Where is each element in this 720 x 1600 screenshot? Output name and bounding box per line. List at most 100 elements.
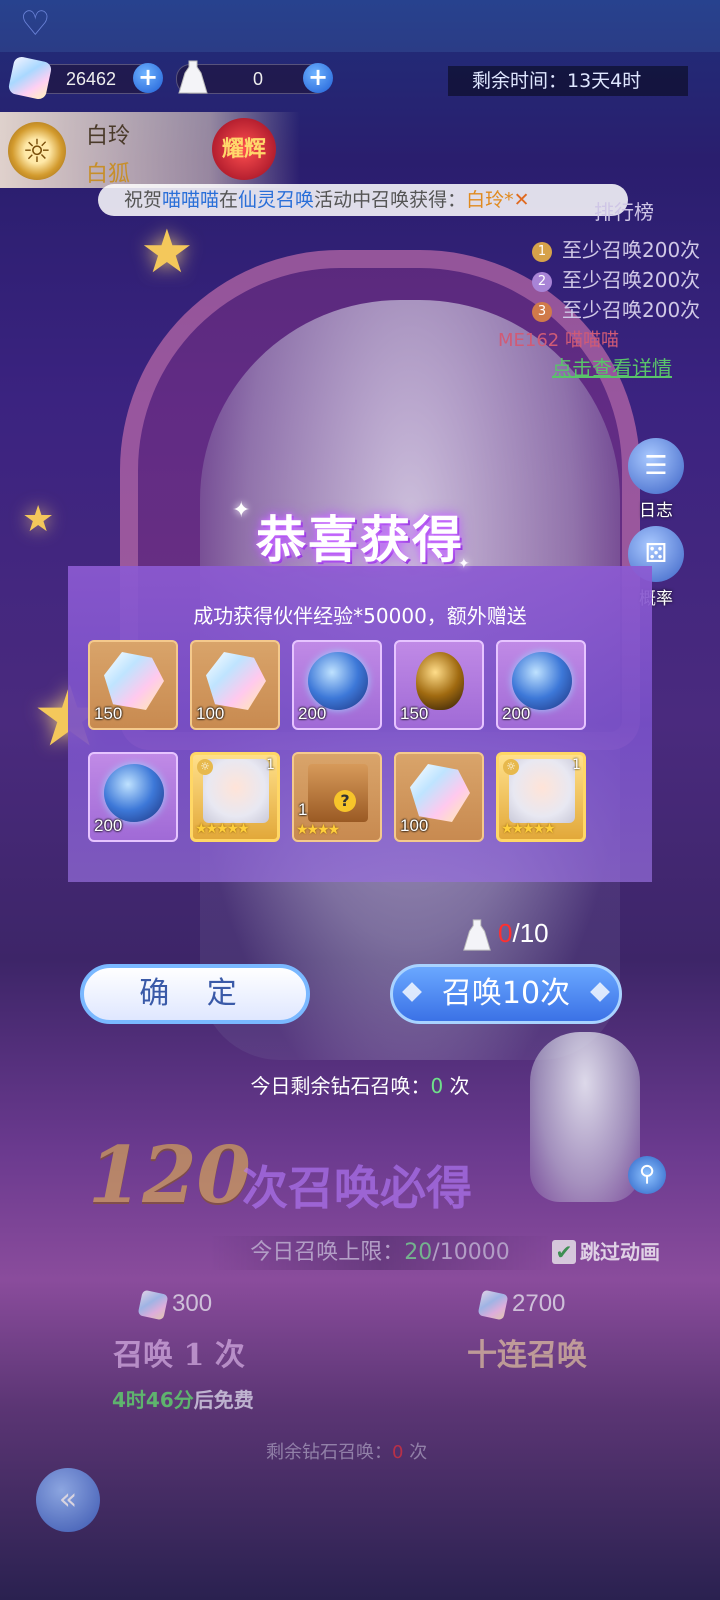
- wedding-dress-icon: [178, 60, 208, 94]
- event-timer: 剩余时间：13天4时: [448, 66, 688, 96]
- rank-medal-icon: 2: [532, 271, 552, 292]
- remain-unit: 次: [409, 1442, 428, 1463]
- rarity-stars: ★★★★★: [195, 821, 250, 837]
- remain-label: 剩余钻石召唤：: [266, 1442, 392, 1463]
- skip-label: 跳过动画: [580, 1240, 660, 1264]
- close-icon[interactable]: ✕: [514, 189, 530, 211]
- summon-once-button[interactable]: 召唤 1 次: [44, 1332, 314, 1380]
- limit-current: 20: [404, 1240, 433, 1265]
- item-count: 150: [400, 704, 429, 723]
- ranking-row-text: 至少召唤200次: [562, 268, 701, 292]
- sun-emblem-icon: ☼: [503, 759, 519, 775]
- gem-counter: 26462 +: [7, 55, 163, 101]
- add-dress-button[interactable]: +: [303, 63, 333, 93]
- reward-item[interactable]: 200: [88, 752, 178, 842]
- confirm-button[interactable]: 确 定: [80, 964, 310, 1024]
- ten-price-value: 2700: [512, 1290, 566, 1317]
- add-gems-button[interactable]: +: [133, 63, 163, 93]
- item-count: 100: [196, 704, 225, 723]
- dress-progress-current: 0: [498, 918, 513, 948]
- ranking-title[interactable]: 排行榜: [594, 196, 654, 225]
- ranking-row: 1 至少召唤200次: [532, 234, 700, 263]
- reward-item[interactable]: ☼ 1 ★★★★★: [496, 752, 586, 842]
- mystery-box-icon: ?: [308, 764, 368, 822]
- single-price: 300: [137, 1289, 212, 1321]
- chibi-character: [530, 1032, 640, 1202]
- reward-item[interactable]: 100: [190, 640, 280, 730]
- ten-price: 2700: [477, 1289, 566, 1321]
- rarity-badge: 耀辉: [212, 118, 276, 180]
- announce-user: 喵喵喵: [162, 189, 220, 211]
- rarity-stars: ★★★★★: [501, 821, 556, 837]
- summon-10-button[interactable]: 召唤10次: [390, 964, 622, 1024]
- item-count: 150: [94, 704, 123, 723]
- announcement-banner: 祝贺喵喵喵在仙灵召唤活动中召唤获得：白玲*✕: [98, 184, 628, 216]
- ranking-row: 3 至少召唤200次: [532, 294, 700, 323]
- top-bar: [0, 0, 720, 52]
- announce-event: 仙灵召唤: [238, 189, 315, 211]
- checkbox-checked-icon: ✔: [552, 1240, 576, 1264]
- character-portrait-icon: [203, 759, 269, 823]
- rank-medal-icon: 1: [532, 241, 552, 262]
- ranking-details-link[interactable]: 点击查看详情: [552, 352, 672, 381]
- dress-progress: 0/10: [498, 918, 549, 949]
- reward-item[interactable]: 150: [88, 640, 178, 730]
- search-icon[interactable]: ⚲: [628, 1156, 666, 1194]
- log-button[interactable]: ☰ 日志: [628, 438, 684, 521]
- announce-prefix: 祝贺: [124, 189, 163, 211]
- crystal-icon: [410, 764, 470, 822]
- wedding-dress-icon: [463, 919, 491, 951]
- remaining-diamond-summons: 剩余钻石召唤：0 次: [266, 1438, 427, 1464]
- rarity-stars: ★★★★: [296, 822, 340, 838]
- gem-icon: [7, 55, 53, 101]
- log-label: 日志: [639, 501, 673, 521]
- item-count: 200: [298, 704, 327, 723]
- star-orb-icon: [308, 652, 368, 710]
- golden-egg-icon: [416, 652, 464, 710]
- daily-limit: 今日召唤上限：20/10000: [210, 1236, 550, 1270]
- reward-item[interactable]: ? 1 ★★★★: [292, 752, 382, 842]
- item-count: 200: [94, 816, 123, 835]
- crystal-icon: [104, 652, 164, 710]
- guarantee-count: 120: [88, 1130, 251, 1221]
- gem-icon: [477, 1289, 509, 1321]
- popup-title: 恭喜获得: [256, 510, 464, 569]
- reward-item[interactable]: 150: [394, 640, 484, 730]
- ranking-row-text: 至少召唤200次: [562, 298, 701, 322]
- star-orb-icon: [512, 652, 572, 710]
- reward-item[interactable]: ☼ 1 ★★★★★: [190, 752, 280, 842]
- today-label: 今日剩余钻石召唤：: [250, 1074, 431, 1098]
- character-name: 白玲: [86, 124, 131, 149]
- item-count: 100: [400, 816, 429, 835]
- sparkle-icon: [402, 982, 422, 1002]
- free-suffix: 后免费: [193, 1388, 254, 1412]
- sun-emblem-icon: ☼: [197, 759, 213, 775]
- item-count: 1: [298, 800, 308, 819]
- reward-item[interactable]: 100: [394, 752, 484, 842]
- announce-reward: 白玲*: [466, 189, 514, 211]
- item-count: 1: [266, 757, 275, 773]
- summon-10-label: 召唤10次: [441, 976, 571, 1011]
- announce-mid1: 在: [219, 189, 239, 211]
- today-unit: 次: [449, 1074, 470, 1098]
- reward-item[interactable]: 200: [496, 640, 586, 730]
- today-diamond-summons: 今日剩余钻石召唤：0 次: [160, 1070, 560, 1099]
- free-summon-timer: 4时46分后免费: [112, 1384, 254, 1413]
- popup-subtitle: 成功获得伙伴经验*50000，额外赠送: [193, 604, 527, 628]
- back-icon[interactable]: «: [36, 1468, 100, 1532]
- star-decoration: ★: [22, 499, 55, 540]
- reward-item[interactable]: 200: [292, 640, 382, 730]
- ten-summon-button[interactable]: 十连召唤: [392, 1332, 662, 1380]
- dress-amount: 0: [252, 69, 263, 89]
- rank-medal-icon: 3: [532, 301, 552, 322]
- star-orb-icon: [104, 764, 164, 822]
- character-portrait-icon: [509, 759, 575, 823]
- remain-value: 0: [392, 1442, 404, 1463]
- star-decoration: ★: [140, 217, 194, 287]
- gem-amount: 26462: [65, 69, 117, 89]
- skip-animation-toggle[interactable]: ✔ 跳过动画: [552, 1236, 660, 1265]
- dress-progress-total: /10: [512, 918, 549, 948]
- dress-counter: 0 +: [176, 60, 333, 94]
- heart-logo-icon: ♡: [20, 4, 51, 44]
- item-count: 200: [502, 704, 531, 723]
